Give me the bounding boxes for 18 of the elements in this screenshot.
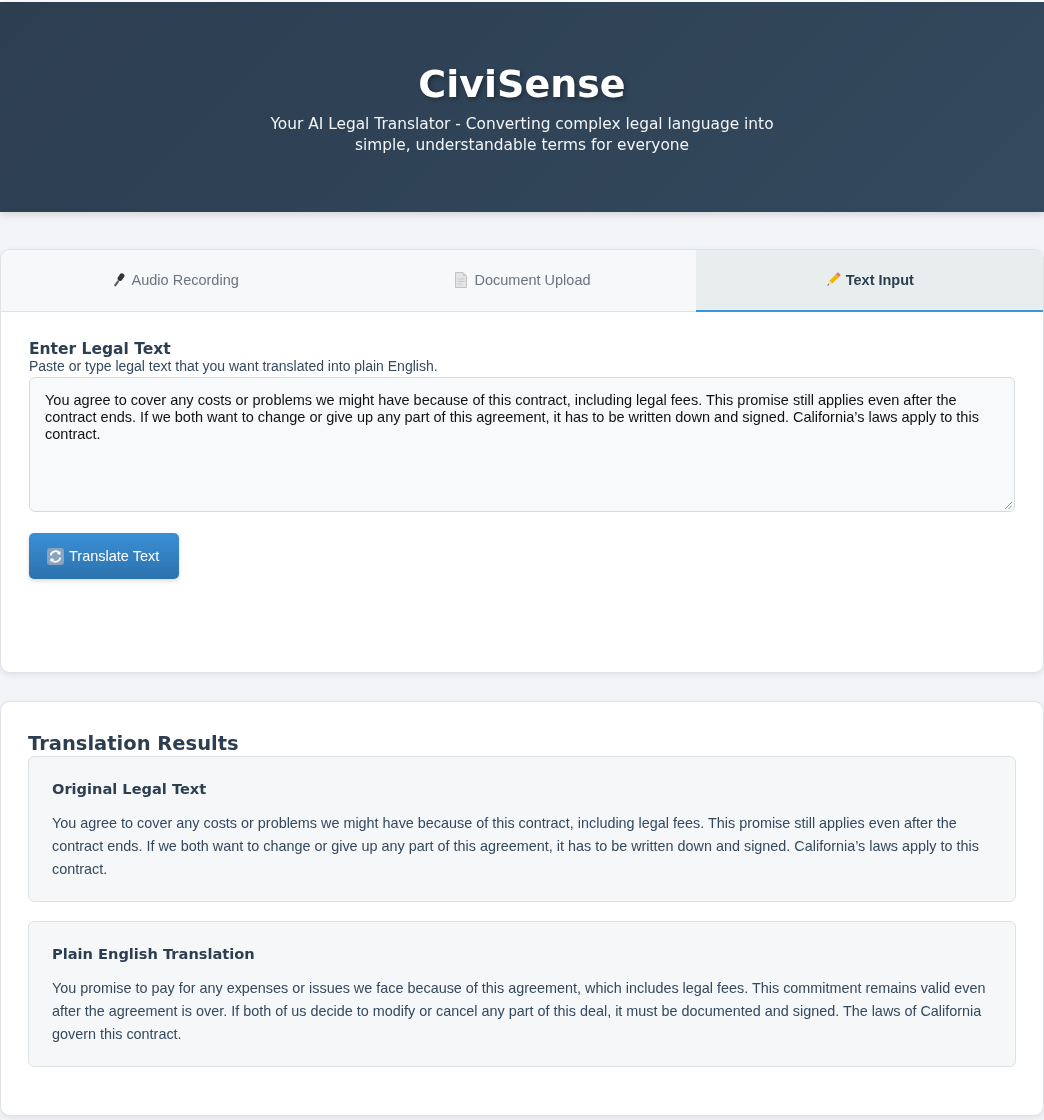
section-heading: Enter Legal Text	[29, 340, 172, 358]
resize-grip-icon[interactable]	[1004, 501, 1012, 509]
result-heading: Plain English Translation	[52, 945, 256, 963]
translate-button[interactable]: Translate Text	[29, 533, 180, 579]
tab[interactable]: Text Input	[695, 250, 1043, 312]
app-title: CiviSense	[418, 64, 626, 106]
app-subtitle: Your AI Legal Translator - Converting complex legal language into simple, understandable terms for everyone	[269, 113, 775, 156]
refresh-icon	[47, 547, 64, 565]
result-text: You agree to cover any costs or problems we might have because of this contract, including legal fees. This promise still applies even after the contract ends. If we both want to change or give up any part of this agreement, it has to be written down and signed. California’s laws apply to this contract.	[52, 814, 980, 879]
result-heading: Original Legal Text	[52, 780, 208, 798]
section-description: Paste or type legal text that you want translated into plain English.	[29, 358, 439, 375]
pencil-icon	[824, 272, 841, 288]
legal-text-area[interactable]: You agree to cover any costs or problems we might have because of this contract, including legal fees. This promise still applies even after the contract ends. If we both want to change or give up any part of this agreement, it has to be written down and signed. California’s laws apply to this contract.	[29, 377, 1015, 512]
tab[interactable]: Document Upload	[348, 250, 696, 312]
result-text: You promise to pay for any expenses or issues we face because of this agreement, which includes legal fees. This commitment remains valid even after the agreement is over. If both of us decide to modify or cancel any part of this deal, it must be documented and signed. The laws of California govern this contract.	[52, 979, 987, 1044]
document-icon	[453, 272, 470, 288]
tab[interactable]: Audio Recording	[1, 250, 349, 312]
results-heading: Translation Results	[28, 732, 240, 756]
